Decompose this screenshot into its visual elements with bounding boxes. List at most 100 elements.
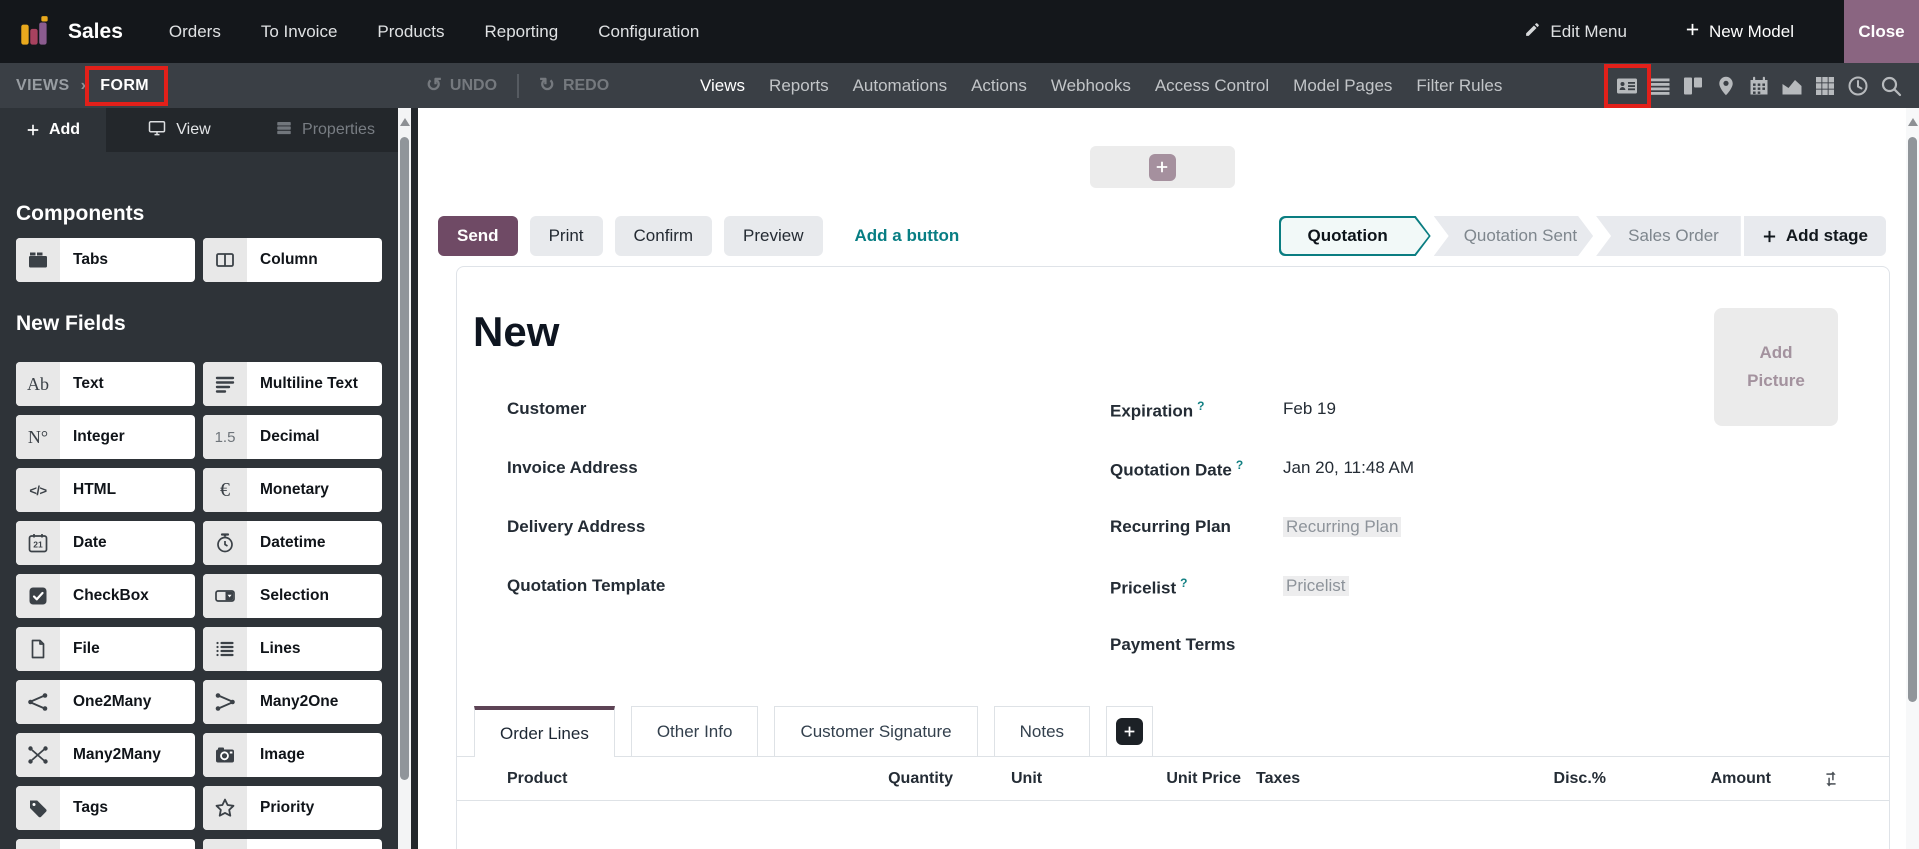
map-view-icon[interactable] bbox=[1714, 74, 1738, 98]
component-card-tabs[interactable]: Tabs bbox=[16, 238, 195, 282]
field-card-multiline-text[interactable]: Multiline Text bbox=[203, 362, 382, 406]
tab-automations[interactable]: Automations bbox=[853, 76, 948, 96]
tab-views[interactable]: Views bbox=[700, 76, 745, 96]
field-card-many2one[interactable]: Many2One bbox=[203, 680, 382, 724]
sidebar-tab-properties[interactable]: Properties bbox=[252, 108, 398, 152]
sidebar-scrollbar-thumb[interactable] bbox=[400, 137, 409, 780]
field-card-text[interactable]: Ab Text bbox=[16, 362, 195, 406]
field-card-image[interactable]: Image bbox=[203, 733, 382, 777]
field-card-many2many[interactable]: Many2Many bbox=[16, 733, 195, 777]
delivery-address-field-label[interactable]: Delivery Address bbox=[507, 517, 645, 537]
search-view-icon[interactable] bbox=[1879, 74, 1903, 98]
edit-menu-button[interactable]: Edit Menu bbox=[1524, 21, 1627, 43]
column-amount[interactable]: Amount bbox=[1606, 770, 1771, 788]
activity-view-icon[interactable] bbox=[1846, 74, 1870, 98]
menu-orders[interactable]: Orders bbox=[169, 22, 221, 42]
graph-view-icon[interactable] bbox=[1780, 74, 1804, 98]
expiration-field-label[interactable]: Expiration? bbox=[1110, 399, 1283, 422]
confirm-button[interactable]: Confirm bbox=[614, 216, 713, 256]
preview-button[interactable]: Preview bbox=[724, 216, 823, 256]
field-card-lines[interactable]: Lines bbox=[203, 627, 382, 671]
column-taxes[interactable]: Taxes bbox=[1256, 770, 1376, 788]
stage-quotation[interactable]: Quotation bbox=[1279, 216, 1431, 256]
breadcrumb-views[interactable]: VIEWS bbox=[16, 77, 70, 95]
kanban-view-icon[interactable] bbox=[1681, 74, 1705, 98]
tab-order-lines[interactable]: Order Lines bbox=[474, 706, 615, 757]
send-button[interactable]: Send bbox=[438, 216, 518, 256]
add-picture-box[interactable]: Add Picture bbox=[1714, 308, 1838, 426]
customer-field-label[interactable]: Customer bbox=[507, 399, 586, 419]
tab-webhooks[interactable]: Webhooks bbox=[1051, 76, 1131, 96]
tab-customer-signature[interactable]: Customer Signature bbox=[774, 706, 978, 756]
quotation-template-field-label[interactable]: Quotation Template bbox=[507, 576, 665, 596]
scroll-up-arrow[interactable] bbox=[1907, 118, 1918, 126]
field-card-priority[interactable]: Priority bbox=[203, 786, 382, 830]
pricelist-field-placeholder[interactable]: Pricelist bbox=[1283, 576, 1349, 597]
field-card-one2many[interactable]: One2Many bbox=[16, 680, 195, 724]
column-quantity[interactable]: Quantity bbox=[833, 770, 953, 788]
field-card-partial[interactable] bbox=[16, 839, 195, 849]
breadcrumb-form[interactable]: FORM bbox=[85, 65, 168, 106]
tab-access-control[interactable]: Access Control bbox=[1155, 76, 1269, 96]
payment-terms-field-label[interactable]: Payment Terms bbox=[1110, 635, 1283, 655]
add-widget-dropzone[interactable] bbox=[1089, 146, 1235, 188]
field-card-file[interactable]: File bbox=[16, 627, 195, 671]
main-scrollbar-thumb[interactable] bbox=[1908, 137, 1917, 702]
field-card-selection[interactable]: Selection bbox=[203, 574, 382, 618]
field-card-tags[interactable]: Tags bbox=[16, 786, 195, 830]
sidebar-tab-view[interactable]: View bbox=[106, 108, 252, 152]
quotation-date-field-value[interactable]: Jan 20, 11:48 AM bbox=[1283, 458, 1414, 478]
tab-model-pages[interactable]: Model Pages bbox=[1293, 76, 1392, 96]
field-card-partial[interactable] bbox=[203, 839, 382, 849]
add-tab-button[interactable] bbox=[1106, 706, 1154, 756]
field-card-html[interactable]: </> HTML bbox=[16, 468, 195, 512]
field-icon bbox=[203, 839, 247, 849]
field-card-datetime[interactable]: Datetime bbox=[203, 521, 382, 565]
recurring-plan-field-label[interactable]: Recurring Plan bbox=[1110, 517, 1283, 537]
menu-configuration[interactable]: Configuration bbox=[598, 22, 699, 42]
column-unit-price[interactable]: Unit Price bbox=[1071, 770, 1241, 788]
invoice-address-field-label[interactable]: Invoice Address bbox=[507, 458, 638, 478]
field-card-decimal[interactable]: 1.5 Decimal bbox=[203, 415, 382, 459]
tab-actions[interactable]: Actions bbox=[971, 76, 1027, 96]
menu-to-invoice[interactable]: To Invoice bbox=[261, 22, 338, 42]
redo-button[interactable]: ↻ REDO bbox=[539, 76, 609, 95]
tab-other-info[interactable]: Other Info bbox=[630, 706, 759, 756]
tab-notes[interactable]: Notes bbox=[993, 706, 1091, 756]
add-stage-button[interactable]: Add stage bbox=[1743, 216, 1886, 256]
tab-reports[interactable]: Reports bbox=[769, 76, 829, 96]
component-card-column[interactable]: Column bbox=[203, 238, 382, 282]
calendar-view-icon[interactable] bbox=[1747, 74, 1771, 98]
pivot-view-icon[interactable] bbox=[1813, 74, 1837, 98]
record-title[interactable]: New bbox=[473, 308, 1889, 355]
pricelist-field-label[interactable]: Pricelist? bbox=[1110, 576, 1283, 599]
print-button[interactable]: Print bbox=[529, 216, 603, 256]
list-view-icon[interactable] bbox=[1648, 74, 1672, 98]
form-view-icon[interactable] bbox=[1604, 63, 1651, 108]
close-button[interactable]: Close bbox=[1844, 0, 1919, 63]
column-product[interactable]: Product bbox=[507, 770, 833, 788]
optional-columns-icon[interactable] bbox=[1771, 769, 1841, 789]
scroll-up-arrow[interactable] bbox=[399, 118, 410, 126]
field-card-date[interactable]: 21 Date bbox=[16, 521, 195, 565]
menu-products[interactable]: Products bbox=[377, 22, 444, 42]
recurring-plan-field-placeholder[interactable]: Recurring Plan bbox=[1283, 517, 1402, 538]
field-card-checkbox[interactable]: CheckBox bbox=[16, 574, 195, 618]
sidebar-body: Components Tabs Column New Fields Ab Tex… bbox=[0, 152, 398, 849]
undo-button[interactable]: ↺ UNDO bbox=[426, 76, 497, 95]
stage-sales-order[interactable]: Sales Order bbox=[1596, 216, 1741, 256]
stage-quotation-sent[interactable]: Quotation Sent bbox=[1434, 216, 1593, 256]
expiration-field-value[interactable]: Feb 19 bbox=[1283, 399, 1336, 419]
app-name[interactable]: Sales bbox=[68, 20, 123, 44]
column-unit[interactable]: Unit bbox=[1011, 770, 1071, 788]
new-model-button[interactable]: New Model bbox=[1685, 22, 1794, 42]
menu-reporting[interactable]: Reporting bbox=[485, 22, 559, 42]
odoo-app-logo-icon[interactable] bbox=[16, 13, 54, 51]
quotation-date-field-label[interactable]: Quotation Date? bbox=[1110, 458, 1283, 481]
add-a-button-link[interactable]: Add a button bbox=[855, 226, 960, 246]
field-card-integer[interactable]: N° Integer bbox=[16, 415, 195, 459]
tab-filter-rules[interactable]: Filter Rules bbox=[1416, 76, 1502, 96]
sidebar-tab-add[interactable]: Add bbox=[0, 108, 106, 152]
column-discount[interactable]: Disc.% bbox=[1376, 770, 1606, 788]
field-card-monetary[interactable]: € Monetary bbox=[203, 468, 382, 512]
